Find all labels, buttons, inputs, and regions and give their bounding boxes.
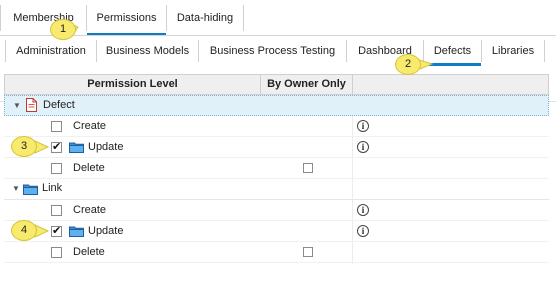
permission-checkbox[interactable] [51,224,62,237]
permission-checkbox[interactable] [51,163,62,174]
permissions-grid: Permission Level By Owner Only ▼ Defect … [4,74,549,264]
folder-icon[interactable] [69,225,84,237]
permission-row: Delete [4,158,549,179]
callout-3: 3 [11,136,37,157]
permission-label: Update [88,225,124,237]
subtab-libraries[interactable]: Libraries [482,40,545,62]
callout-4: 4 [11,220,37,241]
collapse-arrow-icon[interactable]: ▼ [13,101,22,110]
group-row-defect[interactable]: ▼ Defect [4,95,549,116]
permission-checkbox[interactable] [51,247,62,258]
permission-checkbox[interactable] [51,121,62,132]
tab-data-hiding[interactable]: Data-hiding [167,5,244,31]
tab-permissions[interactable]: Permissions [87,5,167,36]
permission-row: Create i [4,200,549,221]
permission-checkbox[interactable] [51,140,62,153]
callout-1: 1 [50,19,76,40]
owner-only-checkbox[interactable] [303,247,313,257]
grid-header: Permission Level By Owner Only [4,74,549,95]
owner-only-checkbox[interactable] [303,163,313,173]
permission-row: Create i [4,116,549,137]
group-label-defect: Defect [43,99,75,111]
group-row-link[interactable]: ▼ Link [4,179,549,200]
info-icon[interactable]: i [357,225,369,237]
permission-label: Update [88,141,124,153]
column-header-by-owner-only[interactable]: By Owner Only [261,75,353,94]
permission-row: Delete [4,242,549,263]
permission-label: Create [73,120,107,132]
sub-tab-bar: Administration Business Models Business … [0,36,556,102]
top-tab-bar: Membership Permissions Data-hiding [0,0,556,36]
subtab-administration[interactable]: Administration [5,40,97,62]
column-header-permission-level[interactable]: Permission Level [5,75,261,94]
collapse-arrow-icon[interactable]: ▼ [12,184,21,193]
permission-checkbox[interactable] [51,205,62,216]
permission-label: Create [73,204,107,216]
info-icon[interactable]: i [357,141,369,153]
permission-row: Update i [4,137,549,158]
info-icon[interactable]: i [357,120,369,132]
permission-label: Delete [73,246,105,258]
group-label-link: Link [42,182,63,194]
permission-label: Delete [73,162,105,174]
folder-icon [23,184,38,195]
info-icon[interactable]: i [357,204,369,216]
subtab-business-process-testing[interactable]: Business Process Testing [199,40,347,62]
subtab-defects[interactable]: Defects [424,40,482,66]
folder-icon[interactable] [69,141,84,153]
subtab-business-models[interactable]: Business Models [97,40,199,62]
document-icon [26,98,37,112]
callout-2: 2 [395,54,421,75]
permission-row: Update i [4,221,549,242]
